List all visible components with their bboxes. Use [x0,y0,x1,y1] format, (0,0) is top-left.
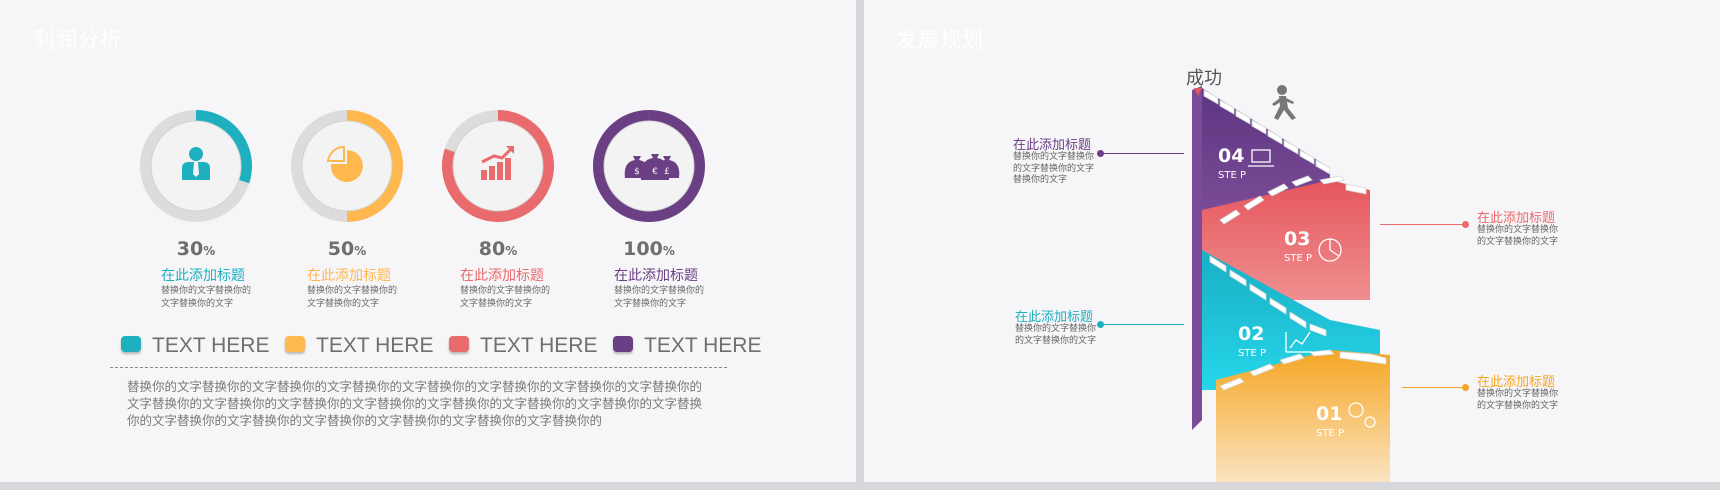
progress-ring-30 [140,110,252,222]
step-number-02: 02 [1238,323,1264,345]
legend-swatch [285,336,305,352]
legend-swatch [449,336,469,352]
progress-ring-100: $ € £ [592,110,705,222]
legend-label: TEXT HERE [480,334,598,357]
step-label-01: STE P [1316,428,1344,439]
progress-ring-50 [291,110,403,222]
metric-percent: 80% [478,238,518,260]
step-03-body: 替换你的文字替换你的文字替换你的文字 [1477,225,1559,247]
connector-line [1402,387,1464,388]
slide-profit-analysis: 利润分析 $ € £ 30% 50% 80% 100% 在此添加标题 在此添加标… [0,0,856,482]
connector-line [1104,153,1184,154]
metric-percent: 50% [327,238,367,260]
metric-title: 在此添加标题 [161,268,245,284]
step-number-01: 01 [1316,403,1342,425]
step-02-title: 在此添加标题 [1015,310,1094,325]
legend-label: TEXT HERE [644,334,762,357]
step-04-title: 在此添加标题 [1013,138,1092,153]
svg-text:€: € [652,167,658,177]
step-number-03: 03 [1284,228,1310,250]
legend-swatch [121,336,141,352]
metric-body: 替换你的文字替换你的文字替换你的文字 [460,286,551,309]
step-03-title: 在此添加标题 [1477,211,1556,226]
metric-body: 替换你的文字替换你的文字替换你的文字 [161,286,252,309]
step-number-04: 04 [1218,145,1244,167]
metric-title: 在此添加标题 [614,268,698,284]
dashed-divider [110,367,727,368]
step-label-03: STE P [1284,253,1312,264]
metric-body: 替换你的文字替换你的文字替换你的文字 [614,286,705,309]
legend-label: TEXT HERE [316,334,434,357]
metric-title: 在此添加标题 [307,268,391,284]
metric-percent: 100% [623,238,675,260]
connector-dot [1097,150,1104,157]
connector-dot [1462,221,1469,228]
legend-swatch [613,336,633,352]
metric-body: 替换你的文字替换你的文字替换你的文字 [307,286,398,309]
connector-line [1104,324,1184,325]
step-label-04: STE P [1218,170,1246,181]
svg-text:£: £ [664,167,670,177]
legend-label: TEXT HERE [152,334,270,357]
step-01-body: 替换你的文字替换你的文字替换你的文字 [1477,389,1559,411]
metric-title: 在此添加标题 [460,268,544,284]
summary-paragraph: 替换你的文字替换你的文字替换你的文字替换你的文字替换你的文字替换你的文字替换你的… [127,379,703,428]
step-label-02: STE P [1238,348,1266,359]
step-04-body: 替换你的文字替换你的文字替换你的文字替换你的文字 [1013,152,1095,185]
runner-icon [1272,85,1296,120]
connector-line [1380,224,1464,225]
slide-title: 利润分析 [34,28,122,52]
svg-text:$: $ [634,167,640,177]
connector-dot [1097,321,1104,328]
connector-dot [1462,384,1469,391]
staircase-graphic: 04 STE P 03 STE P 02 STE P 01 STE P [1192,85,1390,482]
stair-side-wall [1192,86,1202,430]
slide-title: 发展规划 [896,28,984,52]
progress-ring-80 [442,110,555,222]
metric-percent: 30% [176,238,216,260]
step-02-body: 替换你的文字替换你的文字替换你的文字 [1015,324,1097,346]
step-01-title: 在此添加标题 [1477,375,1556,390]
